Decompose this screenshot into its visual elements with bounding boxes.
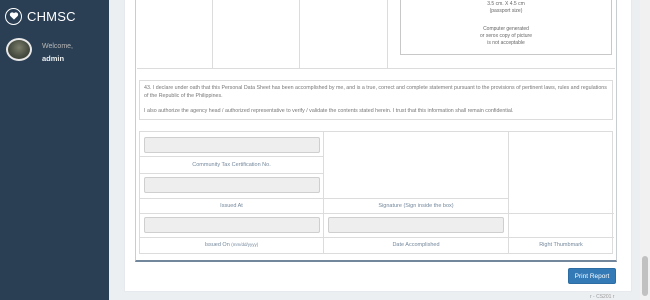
- issued-on-input[interactable]: [144, 217, 320, 233]
- thumbmark-box: [509, 132, 613, 237]
- issued-at-label: Issued At: [220, 203, 243, 209]
- brand-title: CHMSC: [27, 8, 76, 24]
- column-divider: [299, 0, 300, 69]
- date-accomplished-input[interactable]: [328, 217, 504, 233]
- issued-at-input[interactable]: [144, 177, 320, 193]
- declaration-section: 43. I declare under oath that this Perso…: [139, 80, 613, 120]
- scrollbar[interactable]: [640, 0, 650, 300]
- issued-on-label-text: Issued On: [204, 242, 230, 248]
- declaration-oath: 43. I declare under oath that this Perso…: [144, 85, 607, 99]
- print-report-button[interactable]: Print Report: [568, 268, 616, 284]
- column-divider: [212, 0, 213, 69]
- photo-size: 3.5 cm. X 4.5 cm: [487, 1, 525, 7]
- row-divider: [140, 237, 614, 238]
- welcome-label: Welcome,: [42, 43, 73, 50]
- row-divider: [140, 173, 323, 174]
- photo-note-line1: Computer generated: [483, 26, 529, 32]
- photo-note-line2: or xerox copy of picture: [480, 33, 532, 39]
- avatar: [6, 38, 32, 61]
- date-accomplished-label: Date Accomplished: [392, 242, 440, 248]
- scroll-thumb[interactable]: [642, 256, 648, 296]
- photo-note-line3: is not acceptable: [487, 40, 525, 46]
- thumbmark-label: Right Thumbmark: [539, 242, 583, 248]
- issued-on-format-hint: (mm/dd/yyyy): [231, 242, 259, 247]
- ctc-number-input[interactable]: [144, 137, 320, 153]
- issued-on-label: Issued On (mm/dd/yyyy): [140, 242, 323, 248]
- user-profile: Welcome, admin: [6, 38, 73, 63]
- heart-icon: [5, 7, 22, 25]
- ctc-number-label: Community Tax Certification No.: [192, 162, 271, 168]
- column-divider: [387, 0, 388, 69]
- declaration-authorize: I also authorize the agency head / autho…: [144, 108, 514, 114]
- row-divider: [140, 156, 323, 157]
- photo-size-note: (passport size): [489, 8, 523, 14]
- signature-table: Community Tax Certification No. Issued A…: [139, 131, 614, 254]
- footer-hint: r - CS201 r: [590, 294, 615, 300]
- sidebar: CHMSC Welcome, admin: [0, 0, 109, 300]
- username: admin: [42, 54, 65, 63]
- brand[interactable]: CHMSC: [5, 6, 76, 26]
- signature-box[interactable]: [324, 132, 508, 198]
- row-divider: [324, 198, 508, 199]
- passport-photo-box: 3.5 cm. X 4.5 cm (passport size) Compute…: [400, 0, 612, 55]
- signature-label: Signature (Sign inside the box): [378, 203, 454, 209]
- row-divider: [140, 198, 323, 199]
